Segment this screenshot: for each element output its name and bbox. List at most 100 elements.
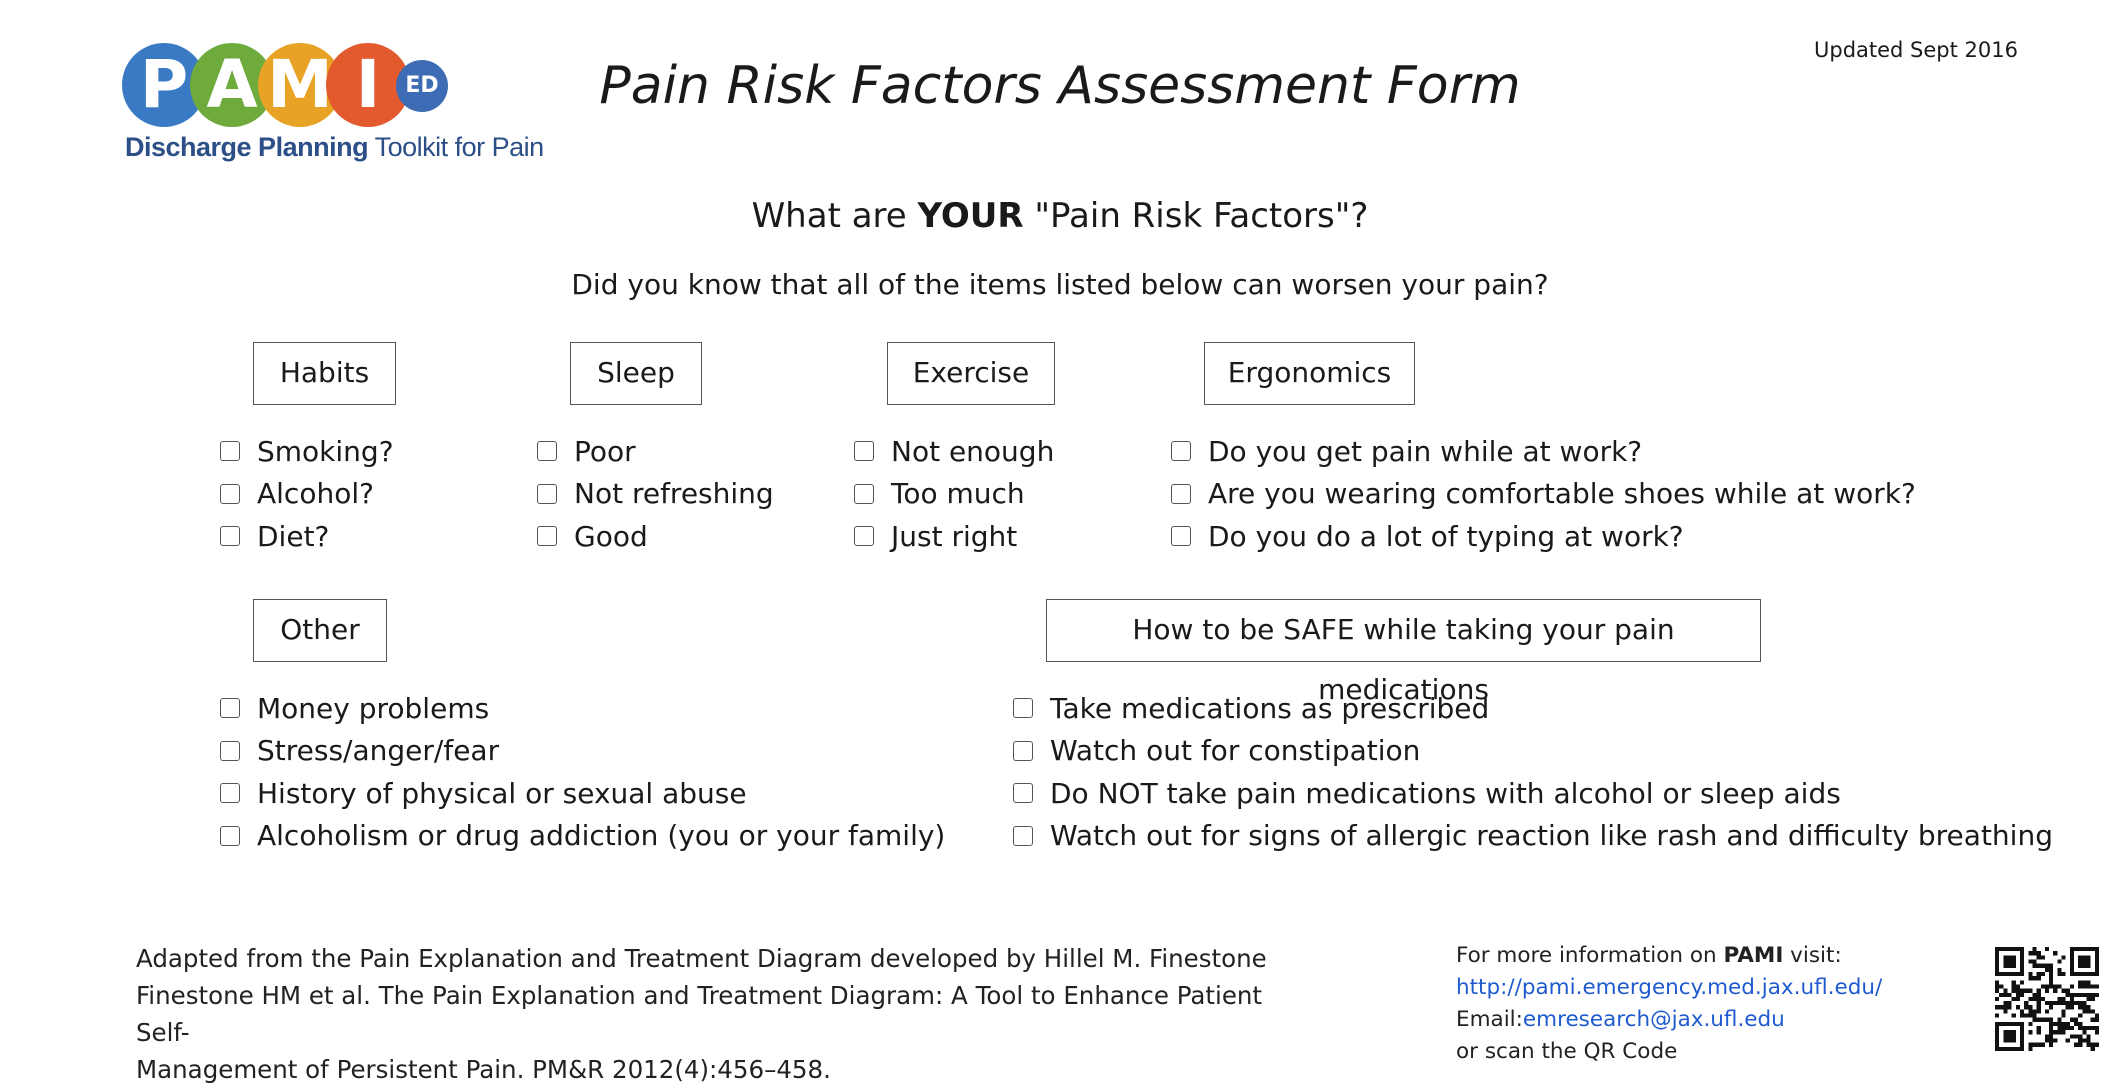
page-title: Pain Risk Factors Assessment Form (599, 56, 1521, 116)
habits-item[interactable]: Smoking? (220, 430, 394, 473)
qr-module (2036, 1026, 2041, 1031)
sleep-item-label: Good (574, 519, 648, 553)
qr-module (2057, 1001, 2062, 1006)
checkbox[interactable] (1013, 698, 1033, 719)
checkbox[interactable] (1013, 740, 1033, 761)
checkbox[interactable] (1171, 483, 1191, 504)
other-item[interactable]: Stress/anger/fear (220, 730, 945, 773)
exercise-item[interactable]: Not enough (854, 430, 1054, 473)
checkbox[interactable] (220, 526, 240, 547)
qr-module (2090, 1017, 2095, 1022)
qr-module (2086, 1042, 2091, 1047)
qr-module (2061, 1026, 2066, 1031)
checkbox[interactable] (854, 526, 874, 547)
qr-module (2003, 1021, 2008, 1027)
qr-module (2011, 988, 2016, 993)
qr-module (2090, 1042, 2095, 1047)
qr-module (2094, 971, 2099, 977)
qr-module (2069, 996, 2075, 1002)
qr-module (1995, 967, 2000, 972)
qr-module (1995, 1042, 2000, 1047)
citation-line: Management of Persistent Pain. PM&R 2012… (136, 1055, 831, 1084)
qr-module (2065, 1021, 2070, 1027)
qr-module (2049, 1030, 2054, 1035)
checkbox[interactable] (220, 740, 240, 761)
exercise-checklist: Not enough Too much Just right (854, 430, 1054, 558)
qr-module (2032, 947, 2037, 952)
qr-module (2049, 1042, 2054, 1047)
checkbox[interactable] (220, 698, 240, 719)
qr-module (2061, 988, 2066, 993)
qr-module (2015, 988, 2020, 993)
sleep-item[interactable]: Good (537, 515, 774, 558)
qr-code-icon[interactable] (1995, 947, 2099, 1051)
qr-module (2019, 951, 2025, 956)
ergonomics-item[interactable]: Do you do a lot of typing at work? (1171, 515, 1916, 558)
safe-item[interactable]: Watch out for constipation (1013, 730, 2053, 773)
qr-module (2032, 1013, 2037, 1018)
qr-module (2061, 1030, 2066, 1035)
qr-module (2044, 1001, 2050, 1006)
checkbox[interactable] (1171, 526, 1191, 547)
email-link[interactable]: emresearch@jax.ufl.edu (1523, 1007, 1785, 1032)
checkbox[interactable] (1013, 825, 1033, 846)
exercise-item[interactable]: Too much (854, 473, 1054, 516)
other-item[interactable]: History of physical or sexual abuse (220, 772, 945, 815)
qr-module (2082, 963, 2087, 968)
qr-module (2019, 967, 2025, 972)
checkbox[interactable] (220, 783, 240, 804)
qr-module (2011, 947, 2016, 952)
ergonomics-item[interactable]: Are you wearing comfortable shoes while … (1171, 473, 1916, 516)
safe-item[interactable]: Do NOT take pain medications with alcoho… (1013, 772, 2053, 815)
qr-module (2078, 980, 2083, 985)
qr-module (2065, 1026, 2070, 1031)
qr-module (1995, 1030, 2000, 1035)
checkbox[interactable] (537, 441, 557, 462)
intro-question: What are YOUR "Pain Risk Factors"? (560, 196, 1560, 236)
habits-item[interactable]: Diet? (220, 515, 394, 558)
qr-module (2053, 1001, 2058, 1006)
qr-module (2032, 992, 2037, 997)
qr-module (1999, 947, 2004, 952)
other-item[interactable]: Money problems (220, 687, 945, 730)
checkbox[interactable] (1013, 783, 1033, 804)
safe-item[interactable]: Take medications as prescribed (1013, 687, 2053, 730)
sleep-item[interactable]: Not refreshing (537, 473, 774, 516)
qr-module (2049, 980, 2054, 985)
qr-module (2086, 1038, 2091, 1043)
qr-module (2082, 992, 2087, 997)
exercise-item[interactable]: Just right (854, 515, 1054, 558)
qr-module (2061, 1021, 2066, 1027)
qr-module (2049, 1021, 2054, 1027)
checkbox[interactable] (537, 483, 557, 504)
qr-module (2003, 1030, 2008, 1035)
qr-module (2028, 1005, 2033, 1010)
other-item[interactable]: Alcoholism or drug addiction (you or you… (220, 815, 945, 858)
qr-module (2074, 1021, 2079, 1027)
qr-module (2011, 996, 2016, 1002)
qr-module (2003, 1009, 2008, 1014)
pami-website-link[interactable]: http://pami.emergency.med.jax.ufl.edu/ (1456, 975, 1882, 1000)
qr-module (2011, 971, 2016, 977)
citation-line: Finestone HM et al. The Pain Explanation… (136, 981, 1263, 1047)
checkbox[interactable] (854, 441, 874, 462)
checkbox[interactable] (220, 441, 240, 462)
checkbox[interactable] (537, 526, 557, 547)
more-post: visit: (1783, 943, 1842, 968)
qr-module (2007, 992, 2012, 997)
qr-module (2082, 971, 2087, 977)
checkbox[interactable] (1171, 441, 1191, 462)
habits-item[interactable]: Alcohol? (220, 473, 394, 516)
checkbox[interactable] (220, 483, 240, 504)
qr-module (2094, 955, 2099, 960)
checkbox[interactable] (220, 825, 240, 846)
qr-module (2044, 1038, 2050, 1043)
qr-module (2082, 947, 2087, 952)
safe-item[interactable]: Watch out for signs of allergic reaction… (1013, 815, 2053, 858)
qr-module (2019, 988, 2025, 993)
qr-module (2032, 996, 2037, 1002)
qr-module (2040, 984, 2045, 989)
ergonomics-item[interactable]: Do you get pain while at work? (1171, 430, 1916, 473)
checkbox[interactable] (854, 483, 874, 504)
sleep-item[interactable]: Poor (537, 430, 774, 473)
